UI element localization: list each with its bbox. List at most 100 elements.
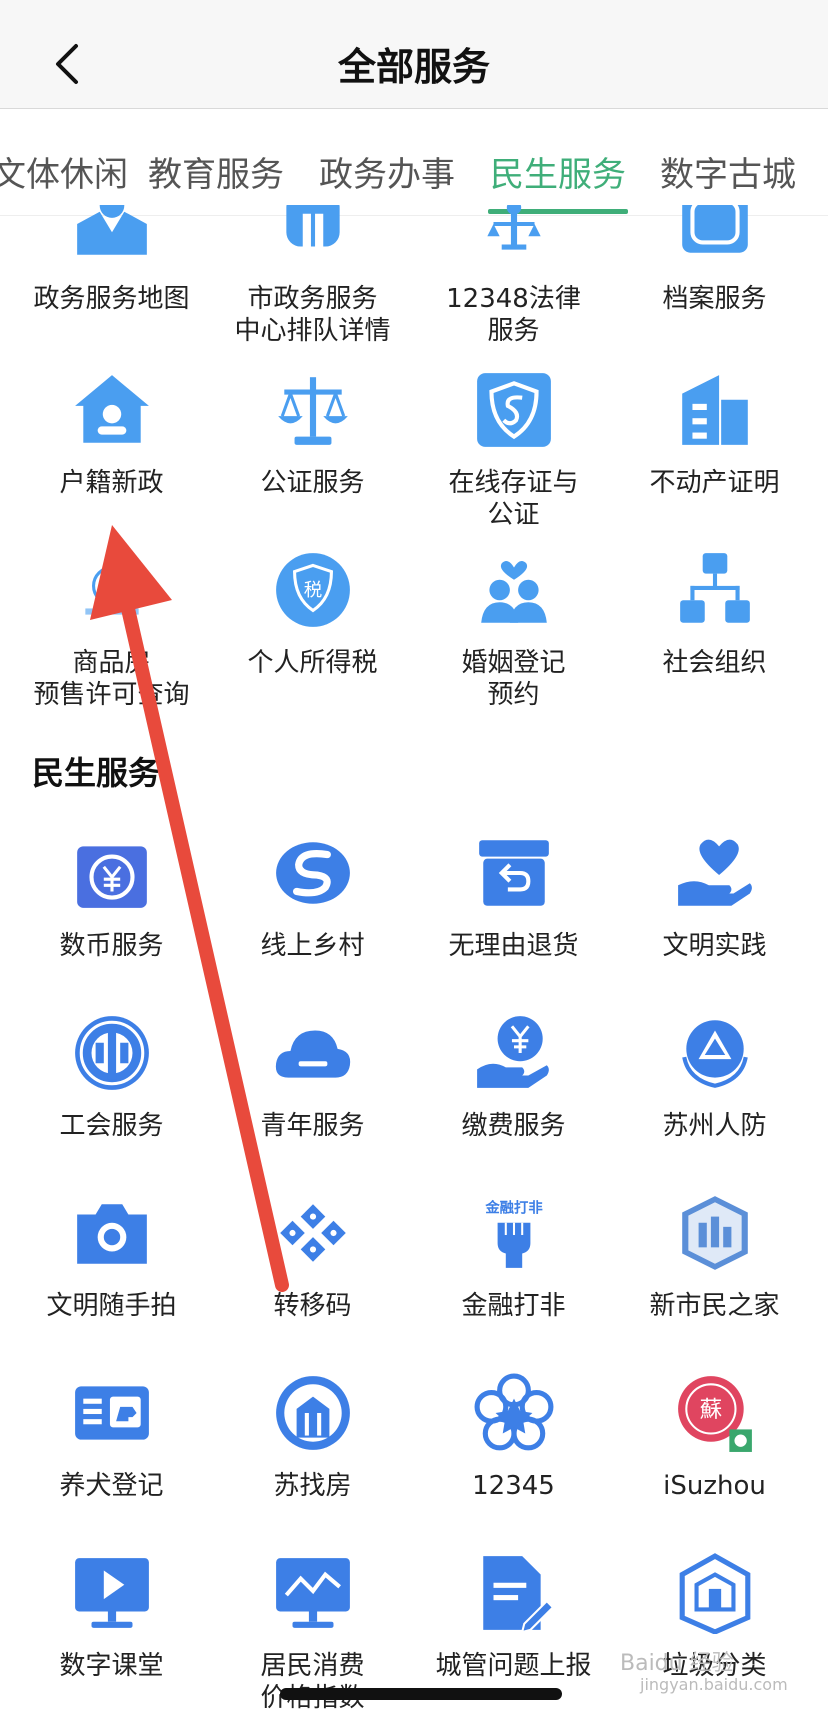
service-item[interactable]: 苏州人防 <box>611 1008 818 1142</box>
fist-icon: 金融打非 <box>484 1199 543 1268</box>
org-chart-icon <box>679 553 750 623</box>
service-label: 苏州人防 <box>662 1111 767 1141</box>
monitor-play-icon <box>74 1558 149 1628</box>
service-label: 市政务服务 中心排队详情 <box>234 284 391 346</box>
service-label: 社会组织 <box>662 648 767 678</box>
service-item[interactable]: 青年服务 <box>209 1008 416 1142</box>
service-item[interactable]: 婚姻登记 预约 <box>410 545 617 711</box>
service-label: 居民消费 价格指数 <box>260 1651 365 1713</box>
service-item[interactable]: 城管问题上报 <box>410 1548 617 1682</box>
header-bar: 全部服务 <box>0 0 828 109</box>
service-label: 数字课堂 <box>59 1651 164 1681</box>
tab-livelihood[interactable]: 民生服务 <box>490 147 626 196</box>
service-label: 数币服务 <box>59 931 164 961</box>
tab-government[interactable]: 政务办事 <box>319 147 455 196</box>
scale-icon <box>277 377 348 445</box>
monitor-chart-icon <box>275 1558 350 1628</box>
trash-house-icon <box>679 1553 750 1634</box>
service-label: 个人所得税 <box>247 648 378 678</box>
service-item[interactable]: 12345 <box>410 1368 617 1502</box>
dog-card-icon <box>74 1386 149 1440</box>
service-item[interactable]: 税 个人所得税 <box>209 545 416 679</box>
service-item[interactable]: 转移码 <box>209 1188 416 1322</box>
service-label: 不动产证明 <box>649 468 780 498</box>
service-item[interactable]: 社会组织 <box>611 545 818 679</box>
service-item[interactable]: 公证服务 <box>209 365 416 499</box>
service-label: 金融打非 <box>461 1291 566 1321</box>
pattern-code-icon <box>279 1204 346 1262</box>
house-search-icon <box>275 1376 350 1450</box>
service-item[interactable]: 商品房 预售许可查询 <box>8 545 215 711</box>
queue-icon <box>285 205 340 247</box>
return-box-icon <box>478 840 549 906</box>
watermark-text: Baidu 经验 <box>620 1651 734 1676</box>
yuan-hand-icon <box>476 1016 549 1088</box>
service-label: 12345 <box>472 1471 555 1501</box>
tab-education[interactable]: 教育服务 <box>148 147 284 196</box>
service-item[interactable]: 无理由退货 <box>410 828 617 962</box>
service-item[interactable]: 文明实践 <box>611 828 818 962</box>
watermark-url: jingyan.baidu.com <box>640 1675 788 1694</box>
service-item[interactable]: 数币服务 <box>8 828 215 962</box>
service-label: 养犬登记 <box>59 1471 164 1501</box>
section-title: 民生服务 <box>32 754 161 792</box>
service-label: 文明实践 <box>662 931 767 961</box>
service-item[interactable]: 金融打非 金融打非 <box>410 1188 617 1322</box>
service-label: 线上乡村 <box>260 931 365 961</box>
building-icon <box>681 375 748 445</box>
yuan-wallet-icon <box>76 846 147 908</box>
service-item[interactable]: 在线存证与 公证 <box>410 365 617 531</box>
service-item[interactable]: 数字课堂 <box>8 1548 215 1682</box>
service-label: 城管问题上报 <box>435 1651 592 1681</box>
service-label: 文明随手拍 <box>46 1291 177 1321</box>
couple-heart-icon <box>480 561 547 623</box>
service-item[interactable]: 政务服务地图 <box>8 205 215 315</box>
service-item[interactable]: 市政务服务 中心排队详情 <box>209 205 416 347</box>
union-emblem-icon <box>74 1016 149 1090</box>
page-title: 全部服务 <box>337 45 490 89</box>
service-label: 档案服务 <box>662 284 767 314</box>
service-item[interactable]: 不动产证明 <box>611 365 818 499</box>
isuzhou-logo-icon: 蘇 <box>677 1376 752 1452</box>
service-item[interactable]: 新市民之家 <box>611 1188 818 1322</box>
service-label: 户籍新政 <box>59 468 164 498</box>
tax-shield-icon: 税 <box>275 553 350 627</box>
service-item[interactable]: 12348法律 服务 <box>410 205 617 347</box>
service-label: 缴费服务 <box>461 1111 566 1141</box>
service-label: 工会服务 <box>59 1111 164 1141</box>
service-item[interactable]: 户籍新政 <box>8 365 215 499</box>
svg-text:税: 税 <box>303 580 321 601</box>
service-item[interactable]: 养犬登记 <box>8 1368 215 1502</box>
service-item[interactable]: 苏找房 <box>209 1368 416 1502</box>
service-item[interactable]: 线上乡村 <box>209 828 416 962</box>
service-label: 无理由退货 <box>448 931 579 961</box>
service-item[interactable]: 工会服务 <box>8 1008 215 1142</box>
camera-icon <box>76 1204 147 1264</box>
svg-text:金融打非: 金融打非 <box>484 1199 543 1217</box>
tab-sports-leisure[interactable]: 文体休闲 <box>0 147 128 196</box>
service-item[interactable]: 缴费服务 <box>410 1008 617 1142</box>
cloud-icon <box>275 1030 350 1078</box>
heart-hand-icon <box>677 839 752 906</box>
estate-logo-icon <box>84 565 139 615</box>
service-item[interactable]: 档案服务 <box>611 205 818 315</box>
service-label: 新市民之家 <box>649 1291 780 1321</box>
service-label: 12348法律 服务 <box>446 284 581 346</box>
home-indicator[interactable] <box>280 1688 562 1700</box>
law-scale-person-icon <box>486 205 541 250</box>
report-doc-icon <box>482 1556 554 1634</box>
service-label: 婚姻登记 预约 <box>461 648 566 710</box>
shield-s-icon <box>476 373 551 447</box>
new-citizen-icon <box>681 1196 748 1270</box>
service-item[interactable]: 文明随手拍 <box>8 1188 215 1322</box>
service-label: 转移码 <box>273 1291 352 1321</box>
service-item[interactable]: 蘇 iSuzhou <box>611 1368 818 1502</box>
archive-icon <box>681 205 748 253</box>
service-label: 在线存证与 公证 <box>448 468 579 530</box>
category-tabs: 文体休闲 教育服务 政务办事 民生服务 数字古城 <box>0 109 828 216</box>
service-label: 苏找房 <box>273 1471 352 1501</box>
s-swirl-icon <box>275 842 350 904</box>
civil-defense-icon <box>681 1020 748 1088</box>
tab-digital-city[interactable]: 数字古城 <box>660 147 796 196</box>
service-label: 青年服务 <box>260 1111 365 1141</box>
